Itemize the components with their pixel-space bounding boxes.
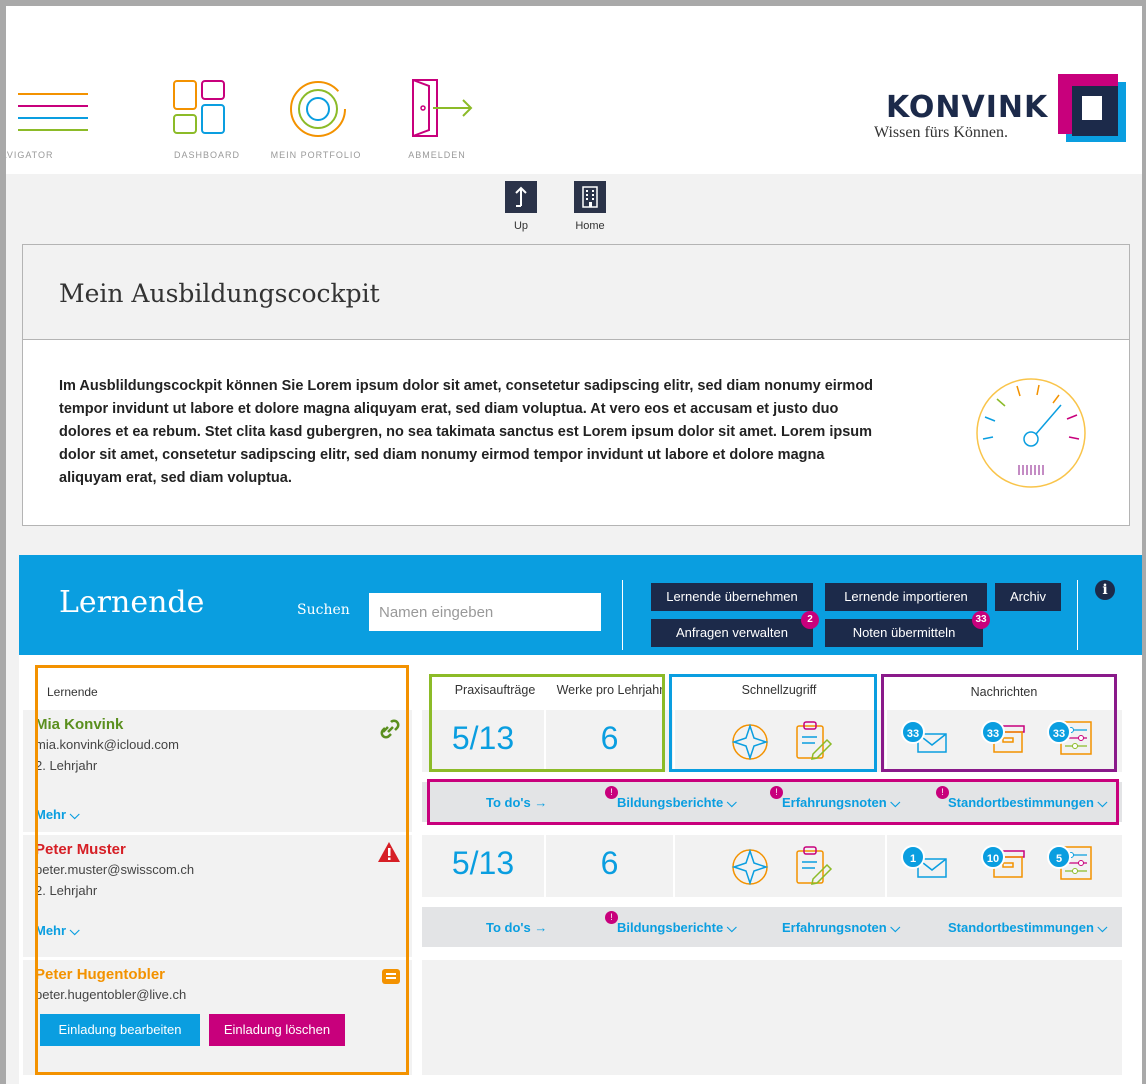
- konvink-logo[interactable]: KONVINK Wissen fürs Können.: [872, 66, 1142, 146]
- standortbestimmungen-label: Standortbestimmungen: [948, 920, 1094, 935]
- bildungsberichte-label: Bildungsberichte: [617, 920, 724, 935]
- anfragen-count-badge: 2: [801, 611, 819, 629]
- mail-count-badge: 33: [901, 720, 925, 744]
- brand-name: KONVINK: [886, 90, 1049, 125]
- home-button[interactable]: [574, 181, 606, 213]
- search-label: Suchen: [297, 602, 350, 618]
- portfolio-icon: [290, 81, 346, 137]
- todo-strip: To do's → ! Bildungsberichte ⌵ Erfahrung…: [422, 907, 1122, 947]
- cockpit-description: Im Ausblildungscockpit können Sie Lorem …: [59, 378, 874, 486]
- app-frame: NAVIGATOR DASHBOARD MEIN PORTFOLIO: [6, 6, 1142, 1084]
- erfahrungsnoten-label: Erfahrungsnoten: [782, 795, 887, 810]
- standortbestimmungen-toggle[interactable]: Standortbestimmungen ⌵: [948, 795, 1107, 811]
- noten-uebermitteln-button[interactable]: Noten übermitteln: [825, 619, 983, 647]
- divider: [1077, 580, 1078, 650]
- nav-dashboard-label: DASHBOARD: [173, 150, 240, 160]
- erfahrungsnoten-label: Erfahrungsnoten: [782, 920, 887, 935]
- nav-portfolio-label: MEIN PORTFOLIO: [270, 150, 362, 160]
- anfragen-verwalten-button[interactable]: Anfragen verwalten: [651, 619, 813, 647]
- schnellzugriff-header: Schnellzugriff: [741, 683, 817, 697]
- standortbestimmungen-toggle[interactable]: Standortbestimmungen ⌵: [948, 920, 1107, 936]
- lernende-toolbar: Lernende Suchen Lernende übernehmen Lern…: [19, 555, 1142, 655]
- brand-tagline: Wissen fürs Können.: [874, 124, 1008, 141]
- arrow-up-icon: [515, 186, 527, 207]
- werke-cell[interactable]: 6: [546, 835, 673, 897]
- cockpit-panel: Mein Ausbildungscockpit Im Ausblildungsc…: [22, 244, 1130, 526]
- chevron-down-icon: ⌵: [890, 795, 901, 810]
- praxis-cell[interactable]: 5/13: [422, 835, 544, 897]
- tasks-count-badge: 5: [1047, 845, 1071, 869]
- clipboard-edit-icon[interactable]: [793, 720, 833, 764]
- empty-row-area: [422, 960, 1122, 1075]
- logo-mark-icon: [1058, 74, 1126, 142]
- bildungsberichte-toggle[interactable]: Bildungsberichte ⌵: [617, 920, 737, 936]
- praxis-cell[interactable]: 5/13: [422, 710, 544, 772]
- top-navigation: NAVIGATOR DASHBOARD MEIN PORTFOLIO: [6, 6, 1142, 174]
- hamburger-icon: [18, 93, 88, 131]
- schnellzugriff-cell: [675, 835, 885, 897]
- section-title: Lernende: [59, 585, 205, 620]
- divider: [622, 580, 623, 650]
- standortbestimmungen-label: Standortbestimmungen: [948, 795, 1094, 810]
- nachrichten-header: Nachrichten: [970, 685, 1038, 699]
- speedometer-icon: [976, 378, 1086, 488]
- dashboard-icon: [173, 80, 225, 134]
- chevron-down-icon: ⌵: [890, 920, 901, 935]
- praxis-value: 5/13: [451, 720, 515, 756]
- edit-invitation-button[interactable]: Einladung bearbeiten: [40, 1014, 200, 1046]
- todo-link[interactable]: To do's →: [486, 795, 547, 810]
- todo-strip: To do's → ! Bildungsberichte ⌵ ! Erfahru…: [422, 782, 1122, 822]
- clipboard-edit-icon[interactable]: [793, 845, 833, 889]
- nachrichten-cell: 33 33 33: [887, 710, 1122, 772]
- up-button[interactable]: [505, 181, 537, 213]
- schnellzugriff-cell: [675, 710, 885, 772]
- logout-icon: [412, 79, 473, 137]
- chevron-down-icon: ⌵: [726, 920, 737, 935]
- archiv-button[interactable]: Archiv: [995, 583, 1061, 611]
- up-label: Up: [513, 220, 529, 232]
- chevron-down-icon: ⌵: [1097, 795, 1108, 810]
- noten-count-badge: 33: [972, 611, 990, 629]
- chevron-down-icon: ⌵: [726, 795, 737, 810]
- tasks-count-badge: 33: [1047, 720, 1071, 744]
- delete-invitation-button[interactable]: Einladung löschen: [209, 1014, 345, 1046]
- todo-link[interactable]: To do's →: [486, 920, 547, 935]
- nachrichten-cell: 1 10 5: [887, 835, 1122, 897]
- bildungsberichte-toggle[interactable]: Bildungsberichte ⌵: [617, 795, 737, 811]
- werke-header: Werke pro Lehrjahr: [556, 683, 664, 697]
- praxis-value: 5/13: [451, 845, 515, 881]
- info-icon[interactable]: i: [1095, 580, 1115, 600]
- werke-value: 6: [600, 845, 619, 881]
- nav-logout-label: ABMELDEN: [408, 150, 466, 160]
- page-title: Mein Ausbildungscockpit: [59, 279, 380, 308]
- compass-icon[interactable]: [730, 847, 770, 887]
- chevron-down-icon: ⌵: [1097, 920, 1108, 935]
- mail-count-badge: 1: [901, 845, 925, 869]
- bildungsberichte-label: Bildungsberichte: [617, 795, 724, 810]
- nav-navigator-label: NAVIGATOR: [6, 150, 54, 160]
- lernende-uebernehmen-button[interactable]: Lernende übernehmen: [651, 583, 813, 611]
- home-label: Home: [575, 220, 605, 232]
- cockpit-header: Mein Ausbildungscockpit: [23, 245, 1129, 340]
- erfahrungsnoten-toggle[interactable]: Erfahrungsnoten ⌵: [782, 920, 900, 936]
- praxis-header: Praxisaufträge: [454, 683, 536, 697]
- lernende-importieren-button[interactable]: Lernende importieren: [825, 583, 987, 611]
- folder-count-badge: 10: [981, 845, 1005, 869]
- werke-value: 6: [600, 720, 619, 756]
- building-icon: [582, 186, 598, 208]
- werke-cell[interactable]: 6: [546, 710, 673, 772]
- compass-icon[interactable]: [730, 722, 770, 762]
- folder-count-badge: 33: [981, 720, 1005, 744]
- search-input[interactable]: [369, 593, 601, 631]
- lernende-section: Lernende Suchen Lernende übernehmen Lern…: [19, 555, 1142, 1084]
- erfahrungsnoten-toggle[interactable]: Erfahrungsnoten ⌵: [782, 795, 900, 811]
